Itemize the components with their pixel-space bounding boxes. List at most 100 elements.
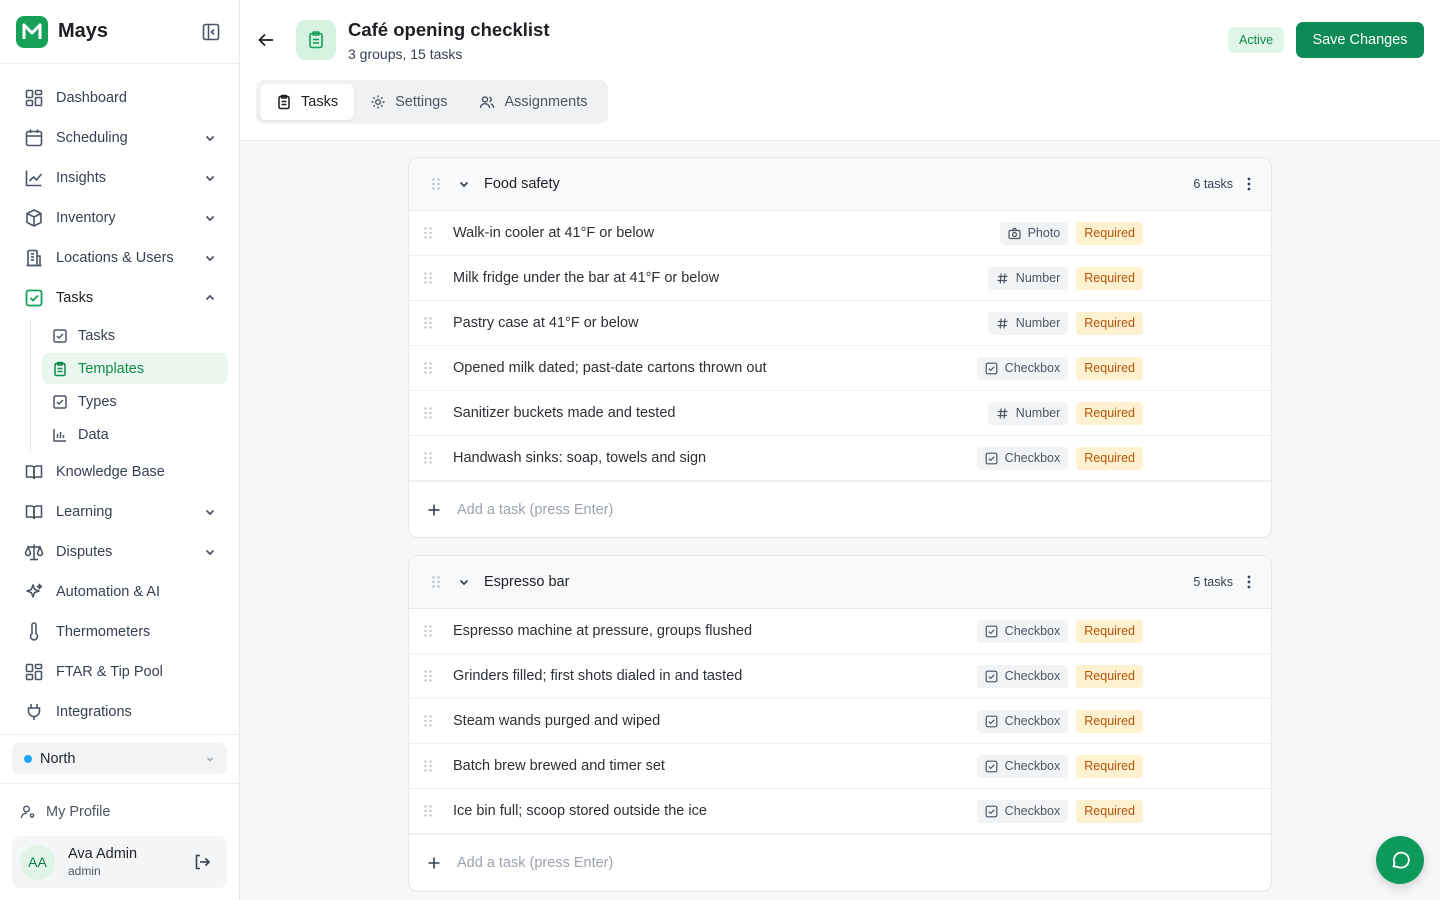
task-name[interactable]: Steam wands purged and wiped [453, 713, 660, 729]
task-name[interactable]: Sanitizer buckets made and tested [453, 405, 675, 421]
task-row[interactable]: Pastry case at 41°F or below Number Requ… [409, 301, 1271, 346]
task-type-label: Checkbox [1004, 669, 1061, 683]
chat-bubble-icon[interactable] [1376, 836, 1424, 884]
task-name[interactable]: Ice bin full; scoop stored outside the i… [453, 803, 707, 819]
drag-handle-icon[interactable] [423, 406, 433, 420]
drag-handle-icon[interactable] [423, 804, 433, 818]
required-badge[interactable]: Required [1076, 619, 1143, 643]
sidebar-item-knowledge-base[interactable]: Knowledge Base [0, 452, 239, 492]
group-name[interactable]: Food safety [484, 176, 560, 192]
task-type-chip[interactable]: Checkbox [976, 446, 1069, 470]
drag-handle-icon[interactable] [423, 669, 433, 683]
drag-handle-icon[interactable] [423, 714, 433, 728]
task-type-chip[interactable]: Checkbox [976, 619, 1069, 643]
required-badge[interactable]: Required [1076, 664, 1143, 688]
task-name[interactable]: Espresso machine at pressure, groups flu… [453, 623, 752, 639]
task-name[interactable]: Pastry case at 41°F or below [453, 315, 639, 331]
required-badge[interactable]: Required [1076, 799, 1143, 823]
brand-header: Mays [0, 0, 239, 64]
required-badge[interactable]: Required [1076, 266, 1143, 290]
required-badge[interactable]: Required [1076, 401, 1143, 425]
sidebar-item-inventory[interactable]: Inventory [0, 198, 239, 238]
tab-tasks[interactable]: Tasks [260, 84, 355, 120]
more-vertical-icon[interactable] [1247, 575, 1251, 589]
sidebar-item-scheduling[interactable]: Scheduling [0, 118, 239, 158]
back-arrow-icon[interactable] [256, 30, 276, 50]
drag-handle-icon[interactable] [423, 451, 433, 465]
sidebar-item-integrations[interactable]: Integrations [0, 692, 239, 732]
scale-icon [24, 542, 44, 562]
sidebar-subitem-types[interactable]: Types [42, 386, 228, 417]
add-task-input[interactable]: Add a task (press Enter) [457, 855, 613, 871]
drag-handle-icon[interactable] [423, 624, 433, 638]
required-badge[interactable]: Required [1076, 754, 1143, 778]
add-task-row[interactable]: Add a task (press Enter) [409, 481, 1271, 537]
tab-assignments[interactable]: Assignments [463, 84, 603, 120]
required-badge[interactable]: Required [1076, 221, 1143, 245]
required-badge[interactable]: Required [1076, 356, 1143, 380]
task-name[interactable]: Batch brew brewed and timer set [453, 758, 665, 774]
task-type-chip[interactable]: Checkbox [976, 664, 1069, 688]
sidebar-subitem-tasks[interactable]: Tasks [42, 320, 228, 351]
task-row[interactable]: Ice bin full; scoop stored outside the i… [409, 789, 1271, 834]
task-row[interactable]: Milk fridge under the bar at 41°F or bel… [409, 256, 1271, 301]
task-name[interactable]: Handwash sinks: soap, towels and sign [453, 450, 706, 466]
task-type-chip[interactable]: Number [987, 401, 1069, 425]
task-row[interactable]: Handwash sinks: soap, towels and sign Ch… [409, 436, 1271, 481]
required-badge[interactable]: Required [1076, 709, 1143, 733]
task-type-label: Checkbox [1004, 451, 1061, 465]
task-name[interactable]: Opened milk dated; past-date cartons thr… [453, 360, 767, 376]
task-type-chip[interactable]: Checkbox [976, 709, 1069, 733]
sidebar-subitem-templates[interactable]: Templates [42, 353, 228, 384]
sidebar-item-dashboard[interactable]: Dashboard [0, 78, 239, 118]
chevron-down-icon[interactable] [457, 177, 471, 191]
sidebar-item-locations-users[interactable]: Locations & Users [0, 238, 239, 278]
drag-handle-icon[interactable] [423, 759, 433, 773]
sidebar-item-automation-ai[interactable]: Automation & AI [0, 572, 239, 612]
my-profile-link[interactable]: My Profile [20, 804, 110, 820]
task-row[interactable]: Batch brew brewed and timer set Checkbox… [409, 744, 1271, 789]
chevron-down-icon[interactable] [457, 575, 471, 589]
sidebar-subitem-data[interactable]: Data [42, 419, 228, 450]
group-name[interactable]: Espresso bar [484, 574, 569, 590]
task-row[interactable]: Opened milk dated; past-date cartons thr… [409, 346, 1271, 391]
task-name[interactable]: Milk fridge under the bar at 41°F or bel… [453, 270, 719, 286]
required-badge[interactable]: Required [1076, 311, 1143, 335]
task-type-chip[interactable]: Checkbox [976, 799, 1069, 823]
task-row[interactable]: Steam wands purged and wiped Checkbox Re… [409, 699, 1271, 744]
sidebar-item-insights[interactable]: Insights [0, 158, 239, 198]
add-task-input[interactable]: Add a task (press Enter) [457, 502, 613, 518]
location-select[interactable]: North [12, 743, 227, 774]
task-type-chip[interactable]: Checkbox [976, 754, 1069, 778]
drag-handle-icon[interactable] [431, 177, 441, 191]
task-row[interactable]: Espresso machine at pressure, groups flu… [409, 609, 1271, 654]
task-name[interactable]: Grinders filled; first shots dialed in a… [453, 668, 742, 684]
task-row[interactable]: Walk-in cooler at 41°F or below Photo Re… [409, 211, 1271, 256]
sidebar-item-thermometers[interactable]: Thermometers [0, 612, 239, 652]
save-button[interactable]: Save Changes [1296, 22, 1424, 58]
task-row[interactable]: Sanitizer buckets made and tested Number… [409, 391, 1271, 436]
chevron-down-icon [203, 505, 217, 519]
user-cog-icon [20, 804, 36, 820]
task-row[interactable]: Grinders filled; first shots dialed in a… [409, 654, 1271, 699]
drag-handle-icon[interactable] [423, 271, 433, 285]
logout-icon[interactable] [193, 853, 211, 871]
sidebar-item-ftar-tip-pool[interactable]: FTAR & Tip Pool [0, 652, 239, 692]
required-badge[interactable]: Required [1076, 446, 1143, 470]
task-type-chip[interactable]: Checkbox [976, 356, 1069, 380]
task-name[interactable]: Walk-in cooler at 41°F or below [453, 225, 654, 241]
tab-settings[interactable]: Settings [354, 84, 463, 120]
add-task-row[interactable]: Add a task (press Enter) [409, 834, 1271, 890]
drag-handle-icon[interactable] [423, 316, 433, 330]
drag-handle-icon[interactable] [423, 226, 433, 240]
task-type-chip[interactable]: Number [987, 266, 1069, 290]
task-type-chip[interactable]: Number [987, 311, 1069, 335]
drag-handle-icon[interactable] [423, 361, 433, 375]
sidebar-collapse-icon[interactable] [199, 20, 223, 44]
sidebar-item-learning[interactable]: Learning [0, 492, 239, 532]
sidebar-item-disputes[interactable]: Disputes [0, 532, 239, 572]
drag-handle-icon[interactable] [431, 575, 441, 589]
task-type-chip[interactable]: Photo [999, 221, 1069, 245]
sidebar-item-tasks[interactable]: Tasks [0, 278, 239, 318]
more-vertical-icon[interactable] [1247, 177, 1251, 191]
